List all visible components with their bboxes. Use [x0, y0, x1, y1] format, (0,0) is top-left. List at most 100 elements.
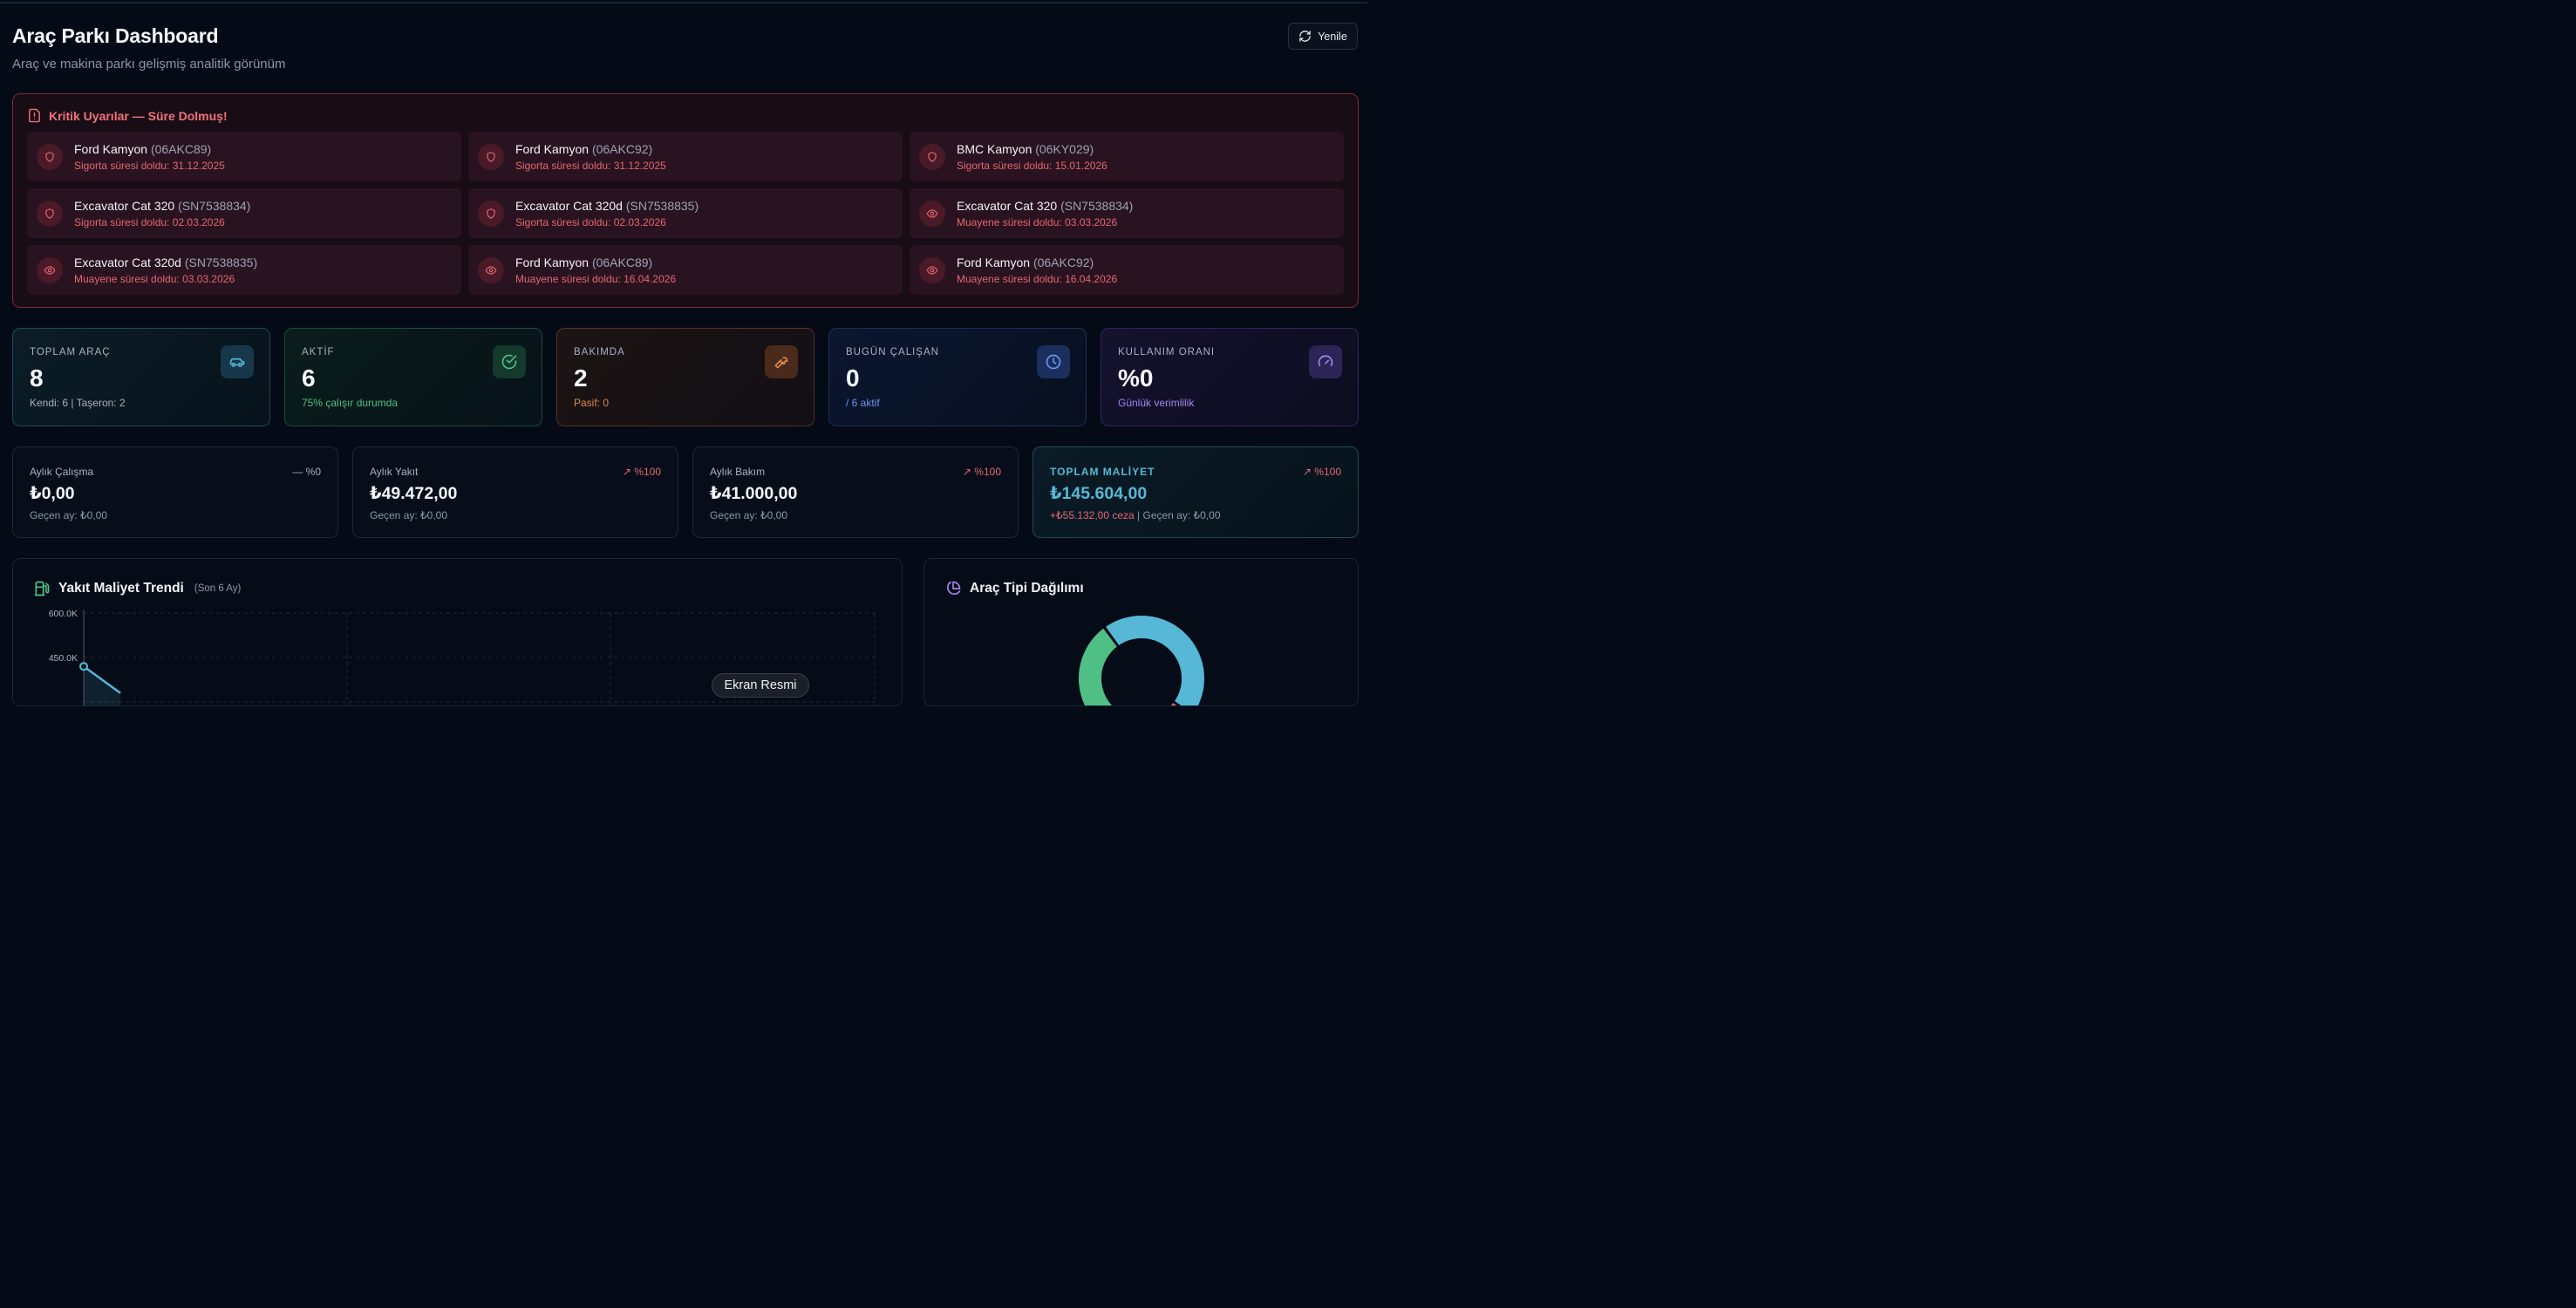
critical-alerts-panel: Kritik Uyarılar — Süre Dolmuş! Ford Kamy…	[12, 93, 1359, 308]
alert-detail: Sigorta süresi doldu: 02.03.2026	[515, 215, 666, 228]
money-sub: Geçen ay: ₺0,00	[370, 509, 448, 521]
stat-label: BUGÜN ÇALIŞAN	[846, 347, 939, 358]
money-label: Aylık Çalışma	[30, 466, 94, 478]
eye-icon	[485, 265, 497, 275]
shield-icon	[45, 208, 54, 219]
alert-item[interactable]: Excavator Cat 320d (SN7538835) Sigorta s…	[468, 188, 903, 238]
trend-badge: ↗ %100	[1302, 466, 1341, 478]
gauge-icon	[1318, 355, 1333, 366]
page-title: Araç Parkı Dashboard	[12, 24, 219, 47]
alerts-header: Kritik Uyarılar — Süre Dolmuş!	[27, 108, 228, 123]
alert-plate: (SN7538835)	[625, 198, 699, 213]
refresh-label: Yenile	[1318, 30, 1347, 43]
money-value: ₺0,00	[30, 484, 75, 503]
money-value: ₺49.472,00	[370, 484, 458, 503]
panel-title: Araç Tipi Dağılımı	[970, 581, 1084, 596]
stat-label: BAKIMDA	[574, 347, 625, 358]
money-value: ₺145.604,00	[1050, 484, 1148, 503]
stat-card-total-vehicles: TOPLAM ARAÇ 8 Kendi: 6 | Taşeron: 2	[12, 328, 270, 426]
stat-sub: 75% çalışır durumda	[302, 397, 399, 409]
screenshot-overlay-tag: Ekran Resmi	[712, 673, 809, 698]
pie-chart-icon	[946, 581, 961, 596]
money-sub: Geçen ay: ₺0,00	[710, 509, 788, 521]
shield-icon	[487, 208, 495, 219]
donut-slice[interactable]	[1103, 614, 1206, 706]
stat-label: KULLANIM ORANI	[1118, 347, 1216, 358]
panel-note: (Son 6 Ay)	[194, 583, 242, 594]
eye-icon	[44, 265, 56, 275]
alert-plate: (06AKC92)	[591, 141, 653, 156]
alert-detail: Muayene süresi doldu: 16.04.2026	[515, 272, 677, 285]
money-card-monthly-fuel: Aylık Yakıt ↗ %100 ₺49.472,00 Geçen ay: …	[352, 446, 678, 538]
stat-sub: Pasif: 0	[574, 397, 610, 409]
alert-plate: (06AKC89)	[591, 255, 653, 269]
check-circle-icon	[501, 354, 517, 370]
wrench-icon	[774, 357, 788, 369]
shield-icon	[928, 151, 937, 162]
alert-vehicle-name: Excavator Cat 320d	[515, 198, 623, 213]
alert-detail: Sigorta süresi doldu: 15.01.2026	[957, 159, 1107, 172]
trend-badge: ↗ %100	[622, 466, 661, 478]
alerts-title: Kritik Uyarılar — Süre Dolmuş!	[49, 108, 228, 123]
page-subtitle: Araç ve makina parkı gelişmiş analitik g…	[12, 57, 286, 72]
alert-plate: (06AKC92)	[1032, 255, 1094, 269]
y-tick-label: 600.0K	[49, 609, 78, 619]
alert-vehicle-name: Ford Kamyon	[957, 255, 1031, 269]
alert-vehicle-name: BMC Kamyon	[957, 141, 1032, 156]
alert-item[interactable]: Ford Kamyon (06AKC92) Muayene süresi dol…	[910, 245, 1344, 295]
alert-item[interactable]: Excavator Cat 320 (SN7538834) Sigorta sü…	[27, 188, 461, 238]
stat-label: TOPLAM ARAÇ	[30, 347, 111, 358]
shield-icon	[487, 151, 495, 162]
alert-plate: (SN7538834)	[178, 198, 251, 213]
alert-item[interactable]: Ford Kamyon (06AKC92) Sigorta süresi dol…	[468, 132, 903, 181]
eye-icon	[926, 208, 938, 218]
data-point[interactable]	[79, 662, 88, 671]
money-card-total-cost: TOPLAM MALİYET ↗ %100 ₺145.604,00 +₺55.1…	[1032, 446, 1359, 538]
stat-sub: Kendi: 6 | Taşeron: 2	[30, 397, 126, 409]
alert-item[interactable]: BMC Kamyon (06KY029) Sigorta süresi dold…	[910, 132, 1344, 181]
stat-sub: / 6 aktif	[846, 397, 880, 409]
alert-plate: (06AKC89)	[150, 141, 212, 156]
stat-value: %0	[1118, 364, 1154, 392]
y-tick-label: 450.0K	[49, 653, 78, 664]
refresh-icon	[1299, 31, 1311, 42]
alert-detail: Sigorta süresi doldu: 02.03.2026	[74, 215, 225, 228]
alert-vehicle-name: Ford Kamyon	[515, 255, 589, 269]
stat-card-active: AKTİF 6 75% çalışır durumda	[284, 328, 542, 426]
money-card-monthly-work: Aylık Çalışma — %0 ₺0,00 Geçen ay: ₺0,00	[12, 446, 338, 538]
stat-value: 6	[302, 364, 316, 392]
alert-item[interactable]: Excavator Cat 320d (SN7538835) Muayene s…	[27, 245, 461, 295]
alert-plate: (06KY029)	[1035, 141, 1094, 156]
page-header: Araç Parkı Dashboard Araç ve makina park…	[12, 24, 285, 72]
alert-detail: Sigorta süresi doldu: 31.12.2025	[515, 159, 666, 172]
money-card-monthly-maintenance: Aylık Bakım ↗ %100 ₺41.000,00 Geçen ay: …	[692, 446, 1019, 538]
alert-vehicle-name: Excavator Cat 320	[957, 198, 1058, 213]
money-label: TOPLAM MALİYET	[1050, 466, 1155, 478]
series-area	[84, 666, 120, 705]
money-sub: | Geçen ay: ₺0,00	[1134, 509, 1221, 521]
alert-item[interactable]: Ford Kamyon (06AKC89) Sigorta süresi dol…	[27, 132, 461, 181]
alert-plate: (SN7538835)	[184, 255, 258, 269]
alert-detail: Muayene süresi doldu: 03.03.2026	[957, 215, 1118, 228]
money-value: ₺41.000,00	[710, 484, 798, 503]
alert-grid: Ford Kamyon (06AKC89) Sigorta süresi dol…	[27, 132, 1344, 295]
stat-value: 2	[574, 364, 588, 392]
panel-title: Yakıt Maliyet Trendi	[58, 581, 184, 596]
vehicle-type-distribution-panel: Araç Tipi Dağılımı	[923, 558, 1359, 706]
alert-plate: (SN7538834)	[1060, 198, 1134, 213]
money-label: Aylık Bakım	[710, 466, 766, 478]
trend-badge: ↗ %100	[962, 466, 1001, 478]
refresh-button[interactable]: Yenile	[1288, 23, 1358, 50]
alert-item[interactable]: Excavator Cat 320 (SN7538834) Muayene sü…	[910, 188, 1344, 238]
stat-sub: Günlük verimlilik	[1118, 397, 1195, 409]
stat-value: 0	[846, 364, 860, 392]
stat-card-usage-rate: KULLANIM ORANI %0 Günlük verimlilik	[1101, 328, 1359, 426]
stat-card-working-today: BUGÜN ÇALIŞAN 0 / 6 aktif	[828, 328, 1087, 426]
clock-icon	[1046, 354, 1061, 370]
stat-card-maintenance: BAKIMDA 2 Pasif: 0	[556, 328, 814, 426]
alert-vehicle-name: Excavator Cat 320	[74, 198, 175, 213]
top-divider	[0, 2, 1367, 3]
alert-item[interactable]: Ford Kamyon (06AKC89) Muayene süresi dol…	[468, 245, 903, 295]
alert-vehicle-name: Excavator Cat 320d	[74, 255, 181, 269]
stat-label: AKTİF	[302, 347, 335, 358]
